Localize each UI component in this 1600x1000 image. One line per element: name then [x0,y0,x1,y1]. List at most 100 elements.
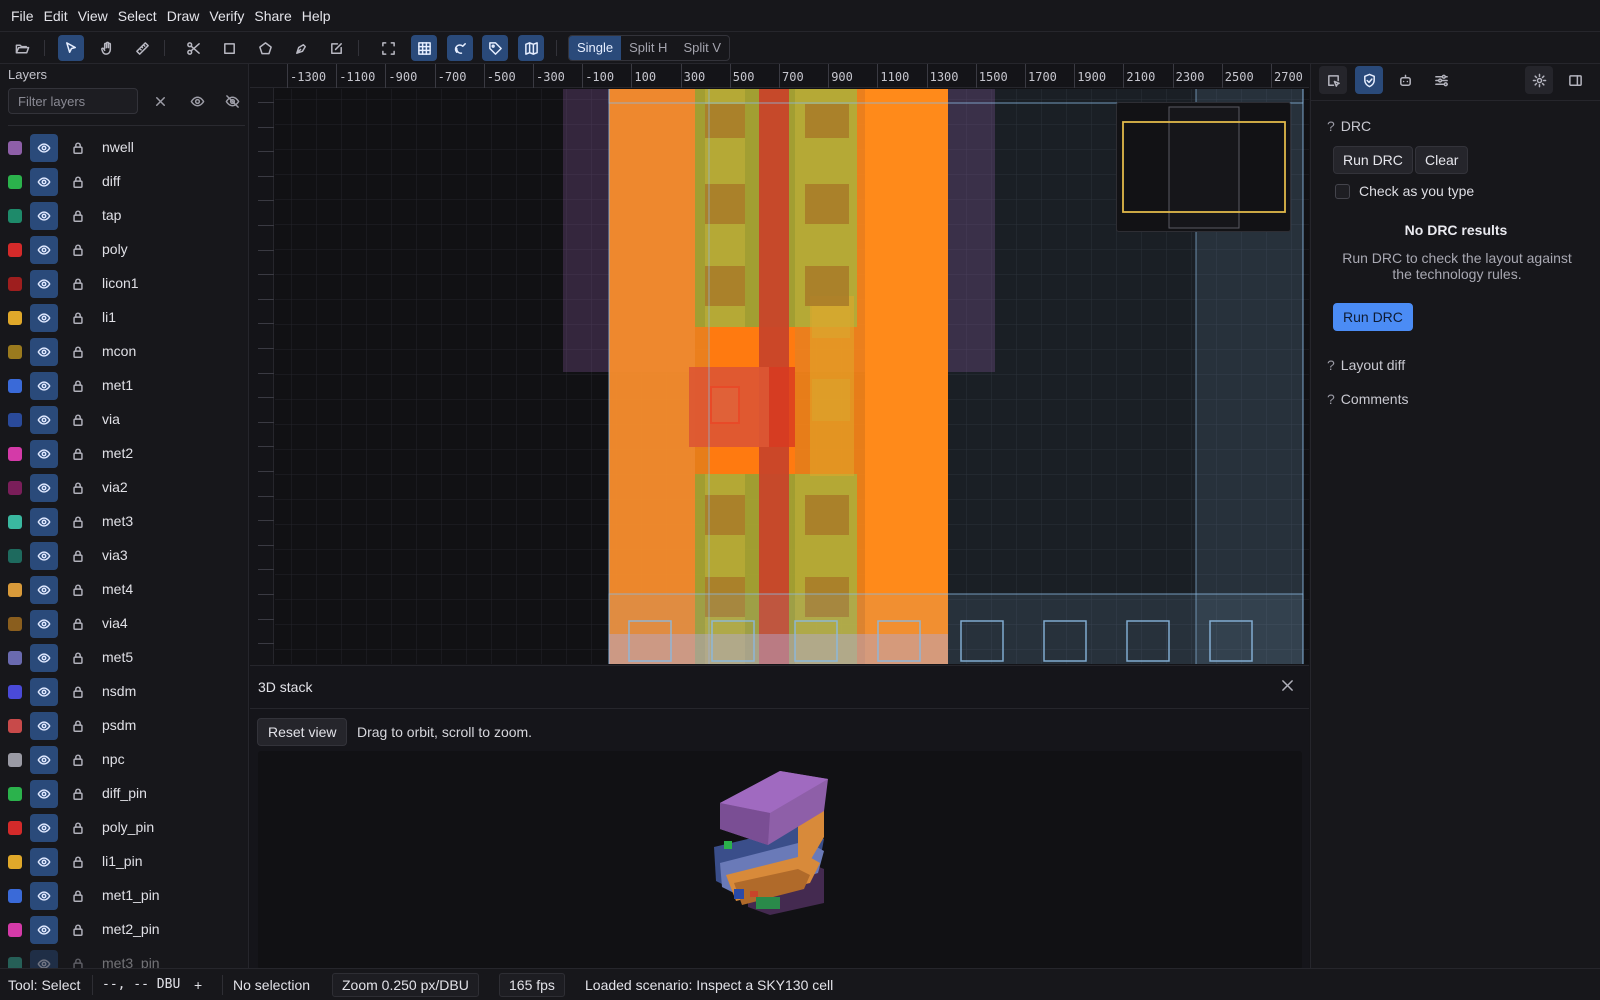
status-zoom[interactable]: Zoom 0.250 px/DBU [332,973,479,997]
layer-color-swatch[interactable] [8,821,22,835]
layer-color-swatch[interactable] [8,719,22,733]
select-tool-icon[interactable] [58,35,84,61]
layer-row-diff_pin[interactable]: diff_pin [0,777,248,811]
layer-row-met3[interactable]: met3 [0,505,248,539]
hide-all-eye-off-icon[interactable] [223,92,241,110]
visibility-eye-icon[interactable] [30,882,58,910]
lock-icon[interactable] [70,684,86,700]
fit-view-icon[interactable] [375,35,401,61]
lock-icon[interactable] [70,956,86,968]
lock-icon[interactable] [70,888,86,904]
layer-color-swatch[interactable] [8,481,22,495]
clear-button[interactable]: Clear [1415,146,1469,174]
visibility-eye-icon[interactable] [30,508,58,536]
label-tag-icon[interactable] [482,35,508,61]
visibility-eye-icon[interactable] [30,950,58,968]
lock-icon[interactable] [70,174,86,190]
layer-color-swatch[interactable] [8,379,22,393]
layer-row-via2[interactable]: via2 [0,471,248,505]
edit-icon[interactable] [323,35,349,61]
view-mode-split-v[interactable]: Split V [675,36,729,60]
layer-color-swatch[interactable] [8,685,22,699]
layer-color-swatch[interactable] [8,447,22,461]
visibility-eye-icon[interactable] [30,406,58,434]
layer-color-swatch[interactable] [8,515,22,529]
layer-row-psdm[interactable]: psdm [0,709,248,743]
layer-color-swatch[interactable] [8,753,22,767]
grid-icon[interactable] [411,35,437,61]
layer-row-via4[interactable]: via4 [0,607,248,641]
menu-draw[interactable]: Draw [162,0,205,32]
menu-view[interactable]: View [73,0,113,32]
lock-icon[interactable] [70,310,86,326]
lock-icon[interactable] [70,446,86,462]
clear-filter-icon[interactable] [151,92,169,110]
layer-row-met3_pin[interactable]: met3_pin [0,947,248,968]
menu-help[interactable]: Help [297,0,336,32]
menu-select[interactable]: Select [113,0,162,32]
visibility-eye-icon[interactable] [30,814,58,842]
check-as-you-type-checkbox[interactable] [1335,184,1350,199]
menu-edit[interactable]: Edit [39,0,73,32]
visibility-eye-icon[interactable] [30,576,58,604]
visibility-eye-icon[interactable] [30,202,58,230]
layer-color-swatch[interactable] [8,345,22,359]
rectangle-icon[interactable] [216,35,242,61]
reset-view-button[interactable]: Reset view [257,718,348,746]
gear-icon[interactable] [1525,66,1553,94]
drc-shield-icon[interactable] [1355,66,1383,94]
visibility-eye-icon[interactable] [30,236,58,264]
lock-icon[interactable] [70,650,86,666]
visibility-eye-icon[interactable] [30,916,58,944]
show-all-eye-icon[interactable] [188,92,206,110]
lock-icon[interactable] [70,548,86,564]
layer-color-swatch[interactable] [8,175,22,189]
run-drc-button[interactable]: Run DRC [1333,146,1413,174]
comments-section-header[interactable]: ? Comments [1327,391,1408,407]
layer-color-swatch[interactable] [8,243,22,257]
view-mode-split-h[interactable]: Split H [621,36,675,60]
scissors-icon[interactable] [180,35,206,61]
layer-color-swatch[interactable] [8,617,22,631]
layer-row-met1_pin[interactable]: met1_pin [0,879,248,913]
layer-row-diff[interactable]: diff [0,165,248,199]
lock-icon[interactable] [70,344,86,360]
visibility-eye-icon[interactable] [30,134,58,162]
visibility-eye-icon[interactable] [30,848,58,876]
visibility-eye-icon[interactable] [30,372,58,400]
visibility-eye-icon[interactable] [30,542,58,570]
ruler-icon[interactable] [129,35,155,61]
layer-color-swatch[interactable] [8,651,22,665]
lock-icon[interactable] [70,786,86,802]
lock-icon[interactable] [70,718,86,734]
layer-color-swatch[interactable] [8,787,22,801]
layer-color-swatch[interactable] [8,923,22,937]
visibility-eye-icon[interactable] [30,474,58,502]
settings-sliders-icon[interactable] [1427,66,1455,94]
visibility-eye-icon[interactable] [30,678,58,706]
visibility-eye-icon[interactable] [30,338,58,366]
visibility-eye-icon[interactable] [30,712,58,740]
drc-section-header[interactable]: ? DRC [1327,118,1371,134]
layer-row-nsdm[interactable]: nsdm [0,675,248,709]
path-pen-icon[interactable] [288,35,314,61]
layer-row-met1[interactable]: met1 [0,369,248,403]
visibility-eye-icon[interactable] [30,304,58,332]
layer-row-met2[interactable]: met2 [0,437,248,471]
snap-magnet-icon[interactable] [447,35,473,61]
visibility-eye-icon[interactable] [30,270,58,298]
3d-viewport[interactable] [258,751,1302,969]
lock-icon[interactable] [70,242,86,258]
layer-row-via[interactable]: via [0,403,248,437]
menu-share[interactable]: Share [249,0,296,32]
lock-icon[interactable] [70,276,86,292]
lock-icon[interactable] [70,820,86,836]
layer-color-swatch[interactable] [8,311,22,325]
visibility-eye-icon[interactable] [30,610,58,638]
lock-icon[interactable] [70,412,86,428]
layer-color-swatch[interactable] [8,209,22,223]
layer-row-mcon[interactable]: mcon [0,335,248,369]
run-drc-primary-button[interactable]: Run DRC [1333,303,1413,331]
visibility-eye-icon[interactable] [30,168,58,196]
layer-row-met5[interactable]: met5 [0,641,248,675]
